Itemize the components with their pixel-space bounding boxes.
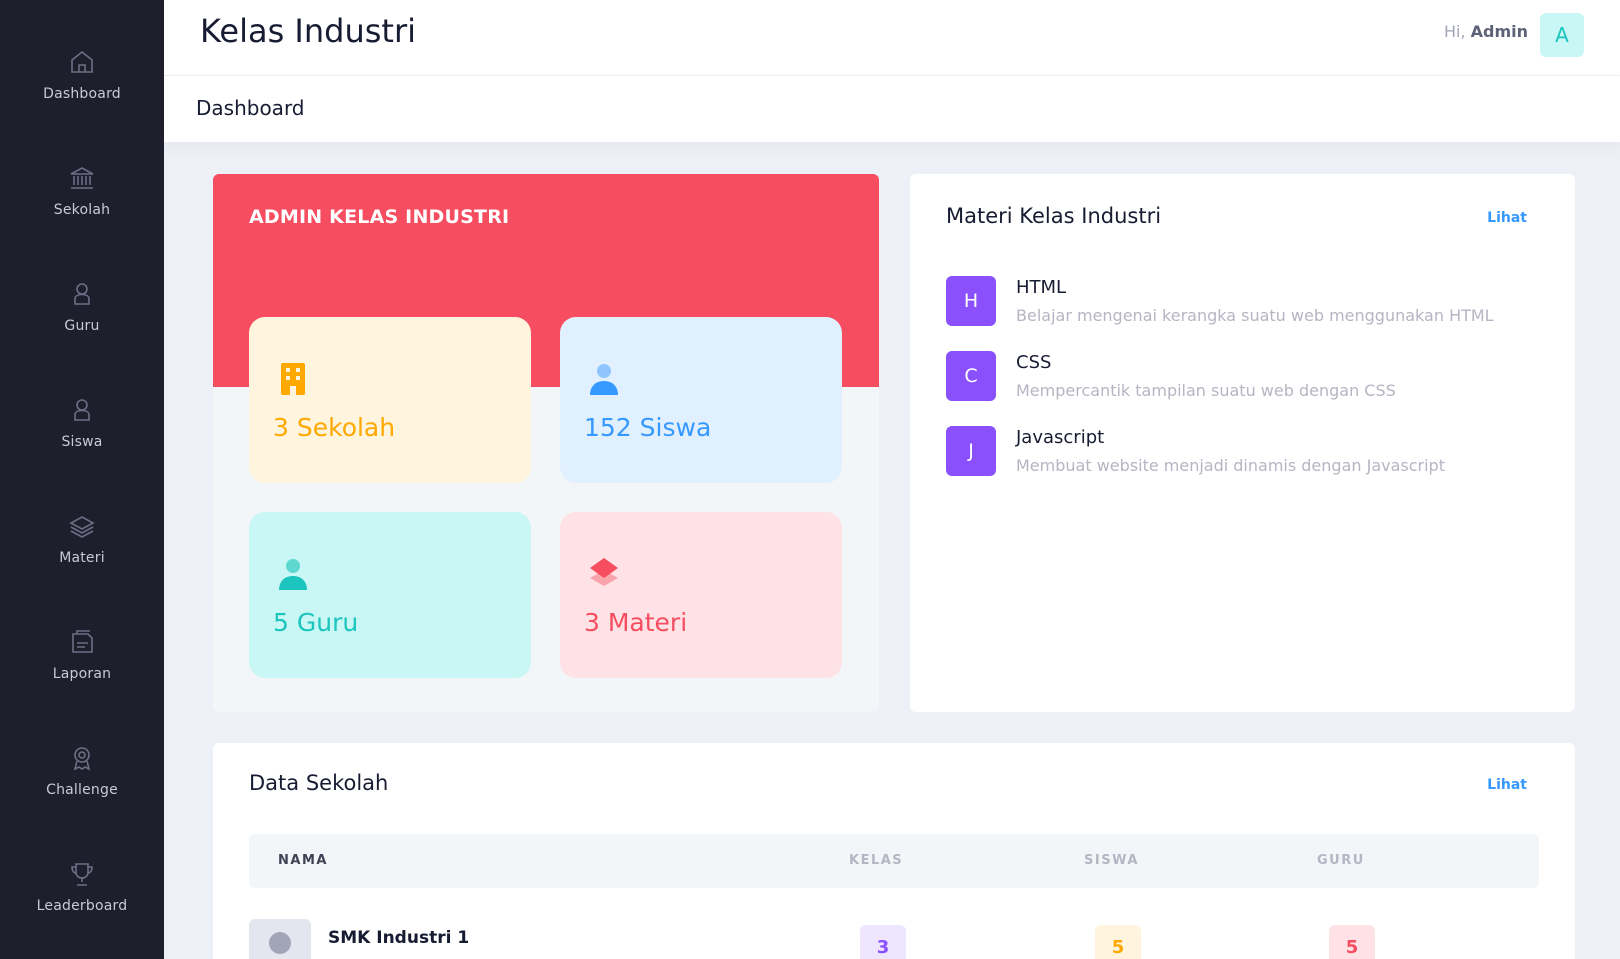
- sidebar-item-label: Laporan: [52, 666, 112, 682]
- avatar[interactable]: A: [1540, 13, 1584, 57]
- siswa-count-badge: 5: [1095, 925, 1141, 959]
- admin-card-title: ADMIN KELAS INDUSTRI: [249, 206, 510, 228]
- stat-tile-materi[interactable]: 3 Materi: [560, 512, 842, 678]
- sidebar-item-laporan[interactable]: Laporan: [0, 580, 164, 696]
- layers-icon: [69, 516, 95, 538]
- data-sekolah-card: Data Sekolah Lihat NAMA KELAS SISWA GURU…: [213, 743, 1575, 959]
- top-header: Kelas Industri Hi, Admin A: [164, 0, 1620, 76]
- sidebar-item-sekolah[interactable]: Sekolah: [0, 116, 164, 232]
- home-icon: [71, 50, 93, 73]
- subheader: Dashboard: [164, 76, 1620, 142]
- stat-guru-value: 5 Guru: [273, 608, 359, 637]
- page-title: Dashboard: [196, 96, 305, 120]
- materi-name: CSS: [1016, 352, 1052, 373]
- admin-stats-card: ADMIN KELAS INDUSTRI 3 Sekolah 152 Siswa…: [213, 174, 879, 712]
- materi-card: Materi Kelas Industri Lihat H HTML Belaj…: [910, 174, 1575, 712]
- guru-count-badge: 5: [1329, 925, 1375, 959]
- data-sekolah-title: Data Sekolah: [249, 771, 389, 795]
- sidebar-item-label: Materi: [59, 550, 105, 566]
- award-icon: [73, 747, 91, 771]
- sidebar-item-challenge[interactable]: Challenge: [0, 696, 164, 812]
- sidebar-item-label: Dashboard: [43, 86, 121, 102]
- column-header-guru[interactable]: GURU: [1317, 853, 1365, 868]
- materi-card-title: Materi Kelas Industri: [946, 204, 1162, 228]
- sidebar-item-label: Leaderboard: [36, 898, 128, 914]
- layers-icon: [590, 558, 618, 586]
- column-header-kelas[interactable]: KELAS: [849, 853, 903, 868]
- sidebar-item-guru[interactable]: Guru: [0, 232, 164, 348]
- list-item[interactable]: C CSS Mempercantik tampilan suatu web de…: [946, 351, 1546, 403]
- user-icon: [269, 932, 291, 954]
- list-item[interactable]: J Javascript Membuat website menjadi din…: [946, 426, 1546, 478]
- user-icon: [74, 399, 90, 421]
- table-row[interactable]: SMK Industri 1 3 5 5: [249, 919, 1539, 959]
- materi-description: Belajar mengenai kerangka suatu web meng…: [1016, 306, 1494, 325]
- school-name: SMK Industri 1: [328, 928, 470, 948]
- stat-tile-sekolah[interactable]: 3 Sekolah: [249, 317, 531, 483]
- sidebar-item-label: Siswa: [61, 434, 103, 450]
- trophy-icon: [71, 863, 93, 886]
- sidebar: Dashboard Sekolah Guru Siswa Materi Lapo…: [0, 0, 164, 959]
- user-greeting[interactable]: Hi, Admin: [1444, 22, 1528, 41]
- bank-icon: [70, 167, 94, 189]
- kelas-count-badge: 3: [860, 925, 906, 959]
- sidebar-item-materi[interactable]: Materi: [0, 464, 164, 580]
- document-icon: [72, 630, 93, 653]
- materi-view-link[interactable]: Lihat: [1487, 210, 1527, 226]
- materi-name: HTML: [1016, 277, 1067, 298]
- sidebar-item-label: Guru: [64, 318, 100, 334]
- sidebar-item-siswa[interactable]: Siswa: [0, 348, 164, 464]
- user-icon: [74, 283, 90, 305]
- sidebar-item-dashboard[interactable]: Dashboard: [0, 0, 164, 116]
- greeting-prefix: Hi,: [1443, 22, 1466, 41]
- materi-badge: H: [946, 276, 996, 326]
- app-title: Kelas Industri: [200, 12, 416, 50]
- materi-description: Membuat website menjadi dinamis dengan J…: [1016, 456, 1445, 475]
- list-item[interactable]: H HTML Belajar mengenai kerangka suatu w…: [946, 276, 1546, 328]
- user-name: Admin: [1470, 22, 1528, 41]
- materi-badge: J: [946, 426, 996, 476]
- building-icon: [281, 363, 305, 395]
- materi-name: Javascript: [1016, 427, 1105, 448]
- materi-badge: C: [946, 351, 996, 401]
- materi-description: Mempercantik tampilan suatu web dengan C…: [1016, 381, 1396, 400]
- stat-tile-siswa[interactable]: 152 Siswa: [560, 317, 842, 483]
- user-icon: [279, 559, 307, 590]
- stat-sekolah-value: 3 Sekolah: [273, 413, 396, 442]
- data-sekolah-view-link[interactable]: Lihat: [1487, 777, 1527, 793]
- school-avatar: [249, 919, 311, 959]
- sidebar-item-leaderboard[interactable]: Leaderboard: [0, 812, 164, 928]
- sidebar-item-label: Sekolah: [53, 202, 111, 218]
- table-header: NAMA KELAS SISWA GURU: [249, 834, 1539, 888]
- user-icon: [590, 364, 618, 395]
- stat-materi-value: 3 Materi: [584, 608, 688, 637]
- stat-siswa-value: 152 Siswa: [584, 413, 712, 442]
- stat-tile-guru[interactable]: 5 Guru: [249, 512, 531, 678]
- sidebar-item-label: Challenge: [46, 782, 118, 798]
- column-header-nama[interactable]: NAMA: [278, 853, 328, 868]
- column-header-siswa[interactable]: SISWA: [1084, 853, 1139, 868]
